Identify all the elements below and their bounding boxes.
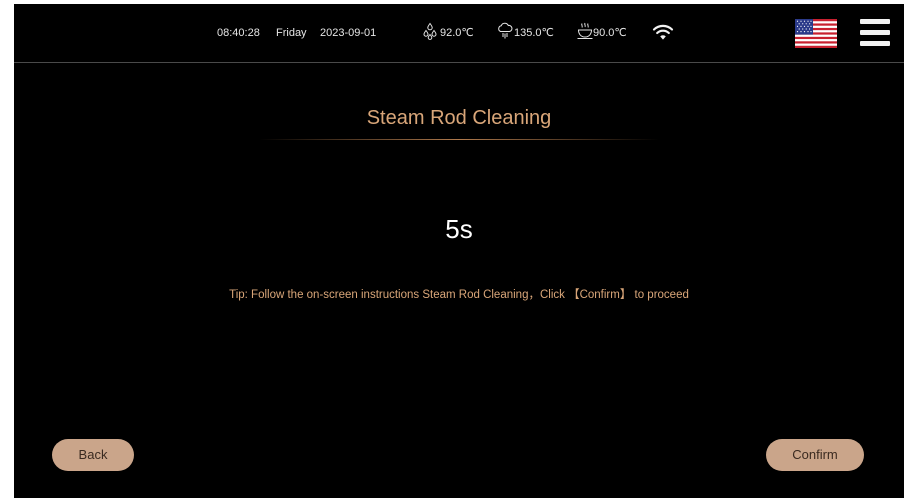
page-title: Steam Rod Cleaning bbox=[366, 107, 552, 129]
date: 2023-09-01 bbox=[320, 27, 377, 39]
steam-cloud-icon bbox=[498, 22, 513, 39]
countdown-timer: 5s bbox=[445, 214, 473, 244]
wifi-icon bbox=[652, 24, 674, 40]
back-button[interactable]: Back bbox=[52, 439, 134, 471]
hamburger-menu-icon[interactable] bbox=[860, 19, 890, 47]
title-underline bbox=[259, 139, 659, 140]
water-temperature: 92.0℃ bbox=[440, 27, 474, 39]
us-flag-icon[interactable] bbox=[795, 19, 837, 48]
group-temperature: 90.0℃ bbox=[593, 27, 627, 39]
weekday: Friday bbox=[276, 27, 307, 39]
status-bar: 08:40:28 Friday 2023-09-01 92.0℃ 135.0℃ bbox=[14, 4, 904, 62]
coffee-cup-icon bbox=[577, 22, 593, 39]
tip-text: Tip: Follow the on-screen instructions S… bbox=[229, 289, 689, 301]
confirm-button[interactable]: Confirm bbox=[766, 439, 864, 471]
status-divider bbox=[14, 62, 904, 63]
app-screen: 08:40:28 Friday 2023-09-01 92.0℃ 135.0℃ bbox=[14, 4, 904, 498]
water-drops-icon bbox=[423, 22, 437, 40]
steam-temperature: 135.0℃ bbox=[514, 27, 554, 39]
clock-time: 08:40:28 bbox=[217, 27, 260, 39]
